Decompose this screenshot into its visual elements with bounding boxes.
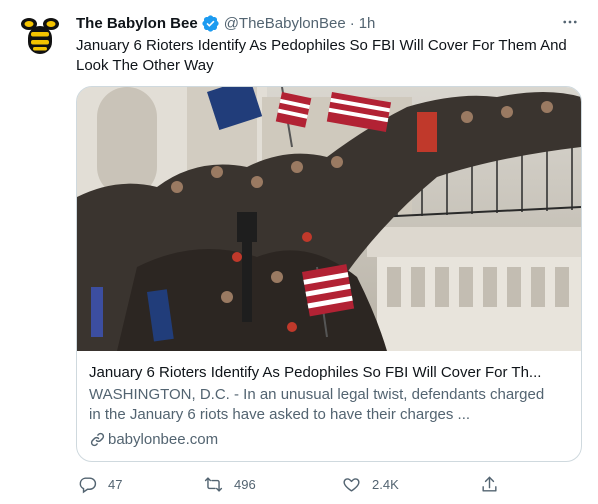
card-title[interactable]: January 6 Rioters Identify As Pedophiles…	[89, 363, 571, 383]
link-icon	[90, 432, 105, 446]
reply-button[interactable]: 47	[70, 470, 122, 498]
reply-count: 47	[108, 476, 123, 492]
retweet-icon	[196, 470, 230, 498]
verified-badge-icon	[201, 14, 220, 33]
babylon-bee-logo-icon	[21, 18, 59, 54]
tweet[interactable]: The Babylon Bee @TheBabylonBee · 1h Janu…	[0, 0, 598, 504]
avatar[interactable]	[16, 10, 64, 58]
reply-icon	[70, 470, 104, 498]
share-icon	[472, 470, 506, 498]
card-image[interactable]	[77, 87, 581, 351]
card-description: WASHINGTON, D.C. - In an unusual legal t…	[89, 386, 545, 423]
tweet-text: January 6 Rioters Identify As Pedophiles…	[76, 37, 567, 74]
author-name[interactable]: The Babylon Bee	[76, 15, 198, 32]
link-card[interactable]: January 6 Rioters Identify As Pedophiles…	[76, 86, 582, 462]
like-button[interactable]: 2.4K	[334, 470, 399, 498]
tweet-timestamp[interactable]: 1h	[359, 15, 376, 32]
retweet-count: 496	[234, 476, 256, 492]
retweet-button[interactable]: 496	[196, 470, 256, 498]
more-options-icon[interactable]	[558, 11, 582, 33]
heart-icon	[334, 470, 368, 498]
card-domain[interactable]: babylonbee.com	[89, 429, 218, 449]
tweet-header: The Babylon Bee @TheBabylonBee · 1h	[76, 12, 582, 34]
capitol-riot-photo-icon	[77, 87, 581, 351]
card-domain-text: babylonbee.com	[108, 430, 219, 448]
like-count: 2.4K	[372, 476, 399, 492]
author-handle[interactable]: @TheBabylonBee	[224, 15, 346, 32]
separator-dot: ·	[349, 14, 355, 32]
share-button[interactable]	[472, 470, 506, 498]
tweet-actions: 47 496 2.4K	[70, 470, 510, 498]
